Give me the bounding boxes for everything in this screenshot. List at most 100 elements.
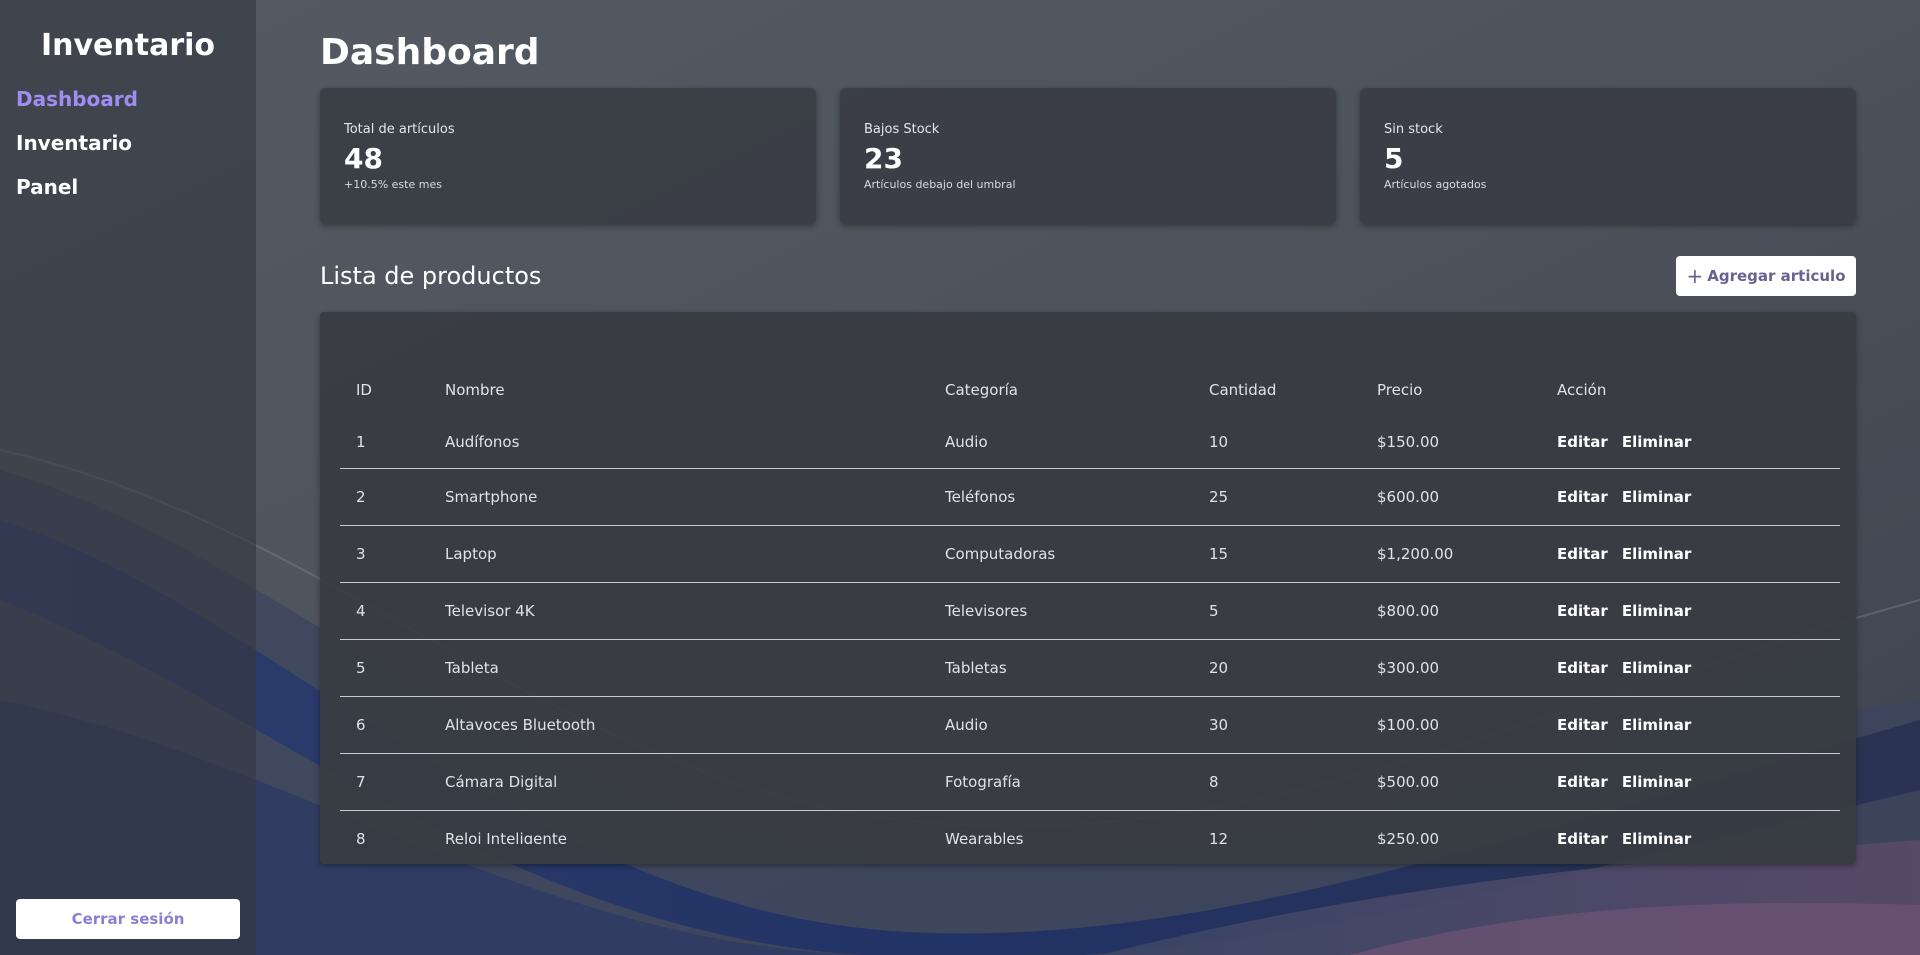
stat-card-value: 23 — [864, 142, 903, 175]
cell-name: Televisor 4K — [429, 582, 929, 640]
cell-actions: Editar Eliminar — [1541, 416, 1840, 469]
products-section-title: Lista de productos — [320, 262, 542, 290]
cell-category: Audio — [929, 696, 1193, 754]
table-row: 2 Smartphone Teléfonos 25 $600.00 Editar Elimi… — [340, 468, 1840, 526]
column-header-quantity: Cantidad — [1209, 381, 1277, 399]
cell-quantity: 20 — [1193, 639, 1361, 697]
stats-cards: Total de artículos 48 +10.5% este mes Ba… — [320, 88, 1856, 224]
column-header-price: Precio — [1377, 381, 1423, 399]
cell-id: 1 — [340, 416, 429, 469]
delete-button[interactable]: Eliminar — [1622, 433, 1692, 451]
edit-button[interactable]: Editar — [1557, 659, 1608, 677]
column-header-name: Nombre — [445, 381, 505, 399]
edit-button[interactable]: Editar — [1557, 545, 1608, 563]
cell-price: $600.00 — [1361, 468, 1541, 526]
table-row: 5 Tableta Tabletas 20 $300.00 Editar Eliminar — [340, 639, 1840, 697]
cell-price: $800.00 — [1361, 582, 1541, 640]
page-title: Dashboard — [320, 32, 540, 73]
stat-card-subtitle: Artículos agotados — [1384, 178, 1487, 191]
cell-category: Computadoras — [929, 525, 1193, 583]
edit-button[interactable]: Editar — [1557, 773, 1608, 791]
cell-actions: Editar Eliminar — [1541, 468, 1840, 526]
edit-button[interactable]: Editar — [1557, 716, 1608, 734]
cell-quantity: 5 — [1193, 582, 1361, 640]
cell-name: Laptop — [429, 525, 929, 583]
delete-button[interactable]: Eliminar — [1622, 773, 1692, 791]
stat-card-total: Total de artículos 48 +10.5% este mes — [320, 88, 816, 224]
plus-icon: + — [1686, 264, 1704, 288]
stat-card-title: Bajos Stock — [864, 122, 940, 137]
cell-category: Audio — [929, 416, 1193, 469]
cell-id: 6 — [340, 696, 429, 754]
cell-name: Cámara Digital — [429, 753, 929, 811]
cell-category: Teléfonos — [929, 468, 1193, 526]
stat-card-subtitle: Artículos debajo del umbral — [864, 178, 1016, 191]
stat-card-title: Total de artículos — [344, 122, 455, 137]
table-row: 1 Audífonos Audio 10 $150.00 Editar Eliminar — [340, 416, 1840, 469]
edit-button[interactable]: Editar — [1557, 433, 1608, 451]
cell-price: $100.00 — [1361, 696, 1541, 754]
cell-id: 7 — [340, 753, 429, 811]
cell-id: 3 — [340, 525, 429, 583]
edit-button[interactable]: Editar — [1557, 602, 1608, 620]
stat-card-title: Sin stock — [1384, 122, 1443, 137]
cell-category: Televisores — [929, 582, 1193, 640]
products-table: ID Nombre Categoría Cantidad Precio Acci… — [340, 364, 1840, 844]
sidebar-item-panel[interactable]: Panel — [16, 174, 138, 218]
cell-actions: Editar Eliminar — [1541, 582, 1840, 640]
cell-name: Smartphone — [429, 468, 929, 526]
cell-name: Altavoces Bluetooth — [429, 696, 929, 754]
table-row: 3 Laptop Computadoras 15 $1,200.00 Editar Elim… — [340, 525, 1840, 583]
sidebar-item-dashboard[interactable]: Dashboard — [16, 86, 138, 130]
sidebar-nav: Dashboard Inventario Panel — [16, 86, 138, 218]
column-header-category: Categoría — [945, 381, 1019, 399]
table-row: 8 Reloj Inteligente Wearables 12 $250.00 Edit… — [340, 810, 1840, 844]
stat-card-low-stock: Bajos Stock 23 Artículos debajo del umbr… — [840, 88, 1336, 224]
stat-card-out-of-stock: Sin stock 5 Artículos agotados — [1360, 88, 1856, 224]
cell-actions: Editar Eliminar — [1541, 639, 1840, 697]
sidebar-item-inventario[interactable]: Inventario — [16, 130, 138, 174]
edit-button[interactable]: Editar — [1557, 488, 1608, 506]
add-item-button[interactable]: + Agregar articulo — [1676, 256, 1856, 296]
delete-button[interactable]: Eliminar — [1622, 488, 1692, 506]
cell-actions: Editar Eliminar — [1541, 696, 1840, 754]
cell-quantity: 12 — [1193, 810, 1361, 844]
table-row: 4 Televisor 4K Televisores 5 $800.00 Editar El… — [340, 582, 1840, 640]
cell-id: 4 — [340, 582, 429, 640]
cell-name: Reloj Inteligente — [429, 810, 929, 844]
cell-price: $300.00 — [1361, 639, 1541, 697]
sidebar-brand: Inventario — [40, 28, 216, 63]
delete-button[interactable]: Eliminar — [1622, 659, 1692, 677]
cell-actions: Editar Eliminar — [1541, 753, 1840, 811]
cell-quantity: 25 — [1193, 468, 1361, 526]
cell-name: Audífonos — [429, 416, 929, 469]
cell-id: 8 — [340, 810, 429, 844]
stat-card-value: 5 — [1384, 142, 1404, 175]
delete-button[interactable]: Eliminar — [1622, 716, 1692, 734]
cell-quantity: 10 — [1193, 416, 1361, 469]
products-table-scroll: ID Nombre Categoría Cantidad Precio Acci… — [340, 364, 1840, 844]
cell-price: $250.00 — [1361, 810, 1541, 844]
sidebar: Inventario Dashboard Inventario Panel Ce… — [0, 0, 256, 955]
cell-category: Wearables — [929, 810, 1193, 844]
cell-quantity: 30 — [1193, 696, 1361, 754]
cell-quantity: 8 — [1193, 753, 1361, 811]
delete-button[interactable]: Eliminar — [1622, 602, 1692, 620]
stat-card-subtitle: +10.5% este mes — [344, 178, 442, 191]
edit-button[interactable]: Editar — [1557, 830, 1608, 844]
cell-category: Fotografía — [929, 753, 1193, 811]
cell-price: $1,200.00 — [1361, 525, 1541, 583]
table-row: 6 Altavoces Bluetooth Audio 30 $100.00 Editar… — [340, 696, 1840, 754]
cell-category: Tabletas — [929, 639, 1193, 697]
cell-id: 2 — [340, 468, 429, 526]
column-header-action: Acción — [1557, 381, 1607, 399]
cell-price: $150.00 — [1361, 416, 1541, 469]
logout-button[interactable]: Cerrar sesión — [16, 899, 240, 939]
cell-id: 5 — [340, 639, 429, 697]
add-item-label: Agregar articulo — [1707, 267, 1846, 285]
delete-button[interactable]: Eliminar — [1622, 545, 1692, 563]
cell-name: Tableta — [429, 639, 929, 697]
cell-quantity: 15 — [1193, 525, 1361, 583]
delete-button[interactable]: Eliminar — [1622, 830, 1692, 844]
cell-actions: Editar Eliminar — [1541, 810, 1840, 844]
